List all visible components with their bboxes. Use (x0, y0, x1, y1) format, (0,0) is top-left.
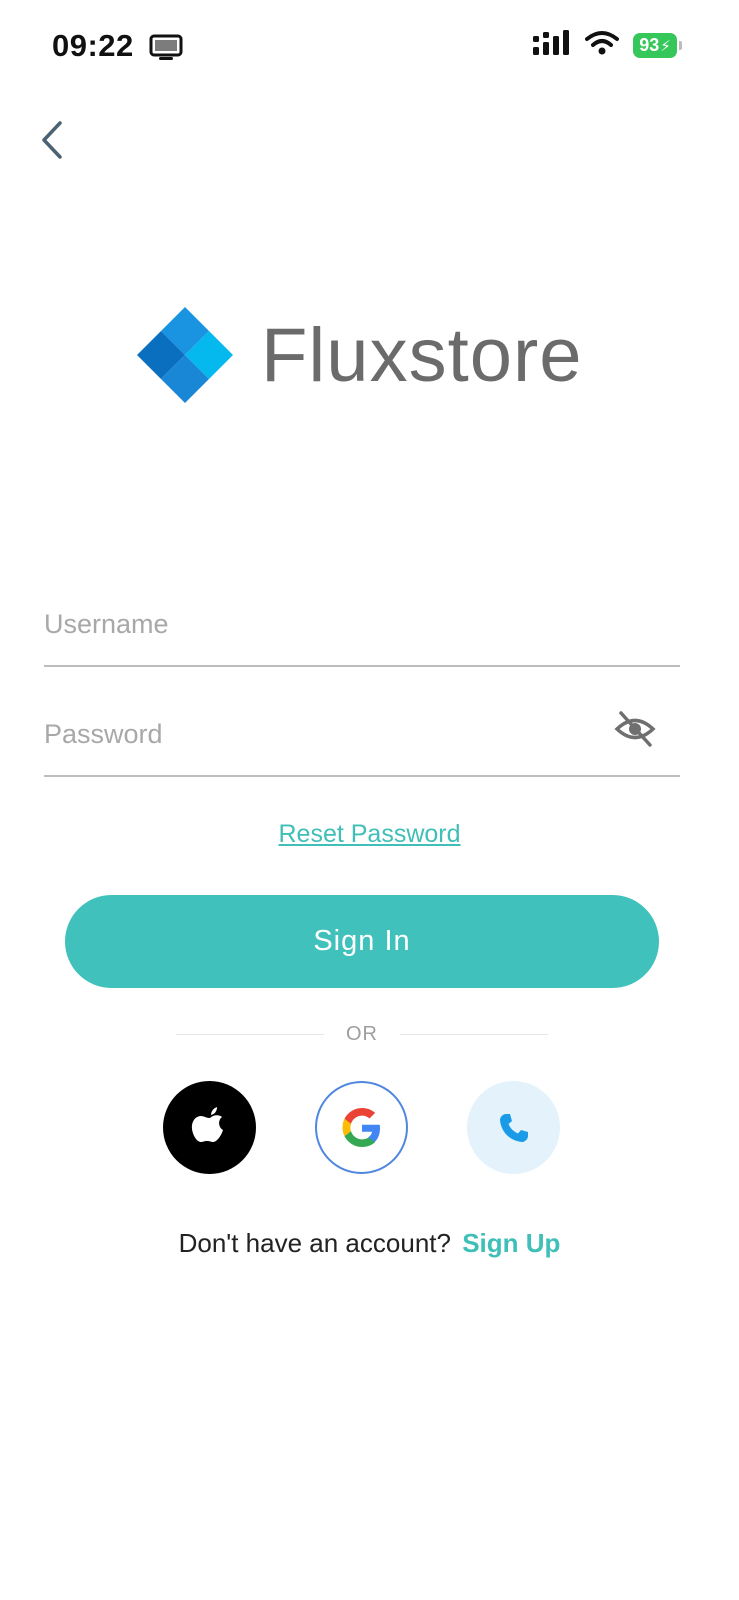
sign-in-label: Sign In (313, 925, 411, 957)
divider-line-right (400, 1033, 548, 1035)
username-field-container (44, 555, 680, 667)
sign-in-button[interactable]: Sign In (65, 895, 659, 988)
toggle-password-visibility-button[interactable] (614, 709, 656, 749)
username-input[interactable] (44, 608, 680, 640)
status-icons: 93 ⚡ (533, 30, 682, 61)
charging-bolt-icon: ⚡ (660, 37, 671, 55)
chevron-left-icon (42, 121, 62, 159)
screen-mirror-icon (149, 34, 183, 62)
phone-sign-in-button[interactable] (467, 1081, 560, 1174)
google-sign-in-button[interactable] (315, 1081, 408, 1174)
reset-password-link[interactable]: Reset Password (0, 820, 739, 849)
app-logo: Fluxstore (135, 305, 595, 405)
divider-line-left (176, 1033, 324, 1035)
fluxstore-diamond-icon (137, 307, 233, 403)
signup-prompt-row: Don't have an account? Sign Up (0, 1228, 739, 1259)
battery-level: 93 (639, 35, 660, 55)
wifi-icon (585, 30, 619, 61)
sign-up-link[interactable]: Sign Up (462, 1228, 560, 1258)
signup-prompt-text: Don't have an account? (178, 1228, 451, 1258)
apple-sign-in-button[interactable] (163, 1081, 256, 1174)
status-time: 09:22 (52, 28, 134, 63)
back-button[interactable] (32, 115, 72, 165)
password-input[interactable] (44, 718, 680, 750)
or-label: OR (346, 1022, 378, 1045)
google-icon (342, 1107, 380, 1147)
phone-icon (499, 1113, 528, 1142)
signal-icon (533, 30, 571, 61)
eye-off-icon (614, 711, 656, 747)
or-divider: OR (176, 1020, 548, 1048)
apple-icon (191, 1106, 223, 1142)
password-field-container (44, 665, 680, 777)
battery-icon: 93 ⚡ (633, 33, 682, 58)
brand-name: Fluxstore (261, 312, 583, 398)
